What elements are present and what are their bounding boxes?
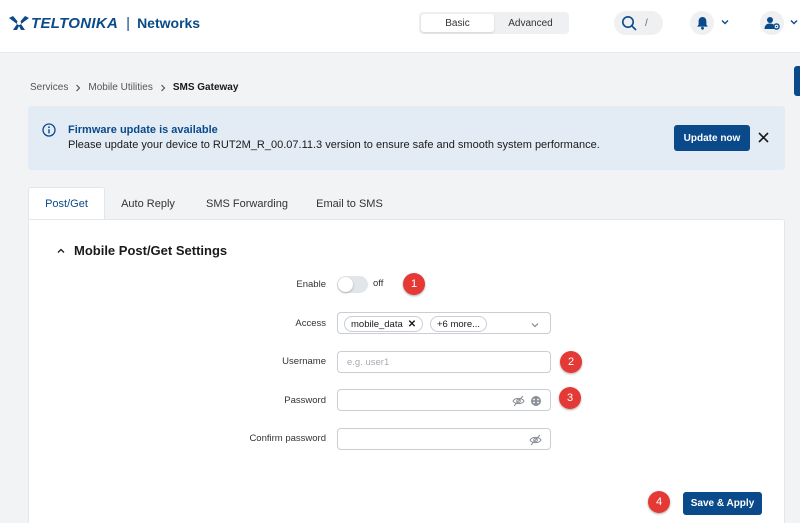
search-icon [622,16,637,31]
confirm-password-label: Confirm password [249,433,326,444]
brand-separator: | [126,14,131,32]
access-chip: mobile_data ✕ [344,316,424,332]
bell-icon [696,17,708,30]
update-now-button[interactable]: Update now [674,125,750,151]
tab-auto-reply[interactable]: Auto Reply [105,187,191,220]
toggle-knob [338,277,353,292]
step-badge: 2 [560,351,582,373]
remove-chip-icon[interactable]: ✕ [408,319,416,330]
step-badge: 1 [403,273,425,295]
username-label: Username [282,356,326,367]
password-label: Password [284,395,326,406]
teltonika-logo-icon [9,16,29,30]
breadcrumb-item[interactable]: Mobile Utilities [88,82,152,93]
alert-title: Firmware update is available [68,124,218,136]
mode-basic-button[interactable]: Basic [421,14,494,32]
password-generator-icon[interactable] [530,395,542,407]
eye-off-icon[interactable] [529,434,542,446]
firmware-alert: Firmware update is available Please upda… [28,106,785,170]
chevron-down-icon[interactable] [789,17,799,27]
enable-state: off [373,278,384,289]
tab-post-get[interactable]: Post/Get [28,187,105,220]
eye-off-icon[interactable] [512,395,525,407]
top-bar: TELTONIKA | Networks Basic Advanced / [0,0,800,53]
save-apply-button[interactable]: Save & Apply [683,492,762,515]
chevron-down-icon [531,323,539,328]
access-select[interactable]: mobile_data ✕ +6 more... [337,312,551,334]
mode-advanced-button[interactable]: Advanced [494,14,567,32]
username-field[interactable]: e.g. user1 [337,351,551,373]
side-panel-handle[interactable] [794,66,800,96]
section-toggle[interactable]: Mobile Post/Get Settings [56,243,227,258]
search-button[interactable]: / [614,11,663,35]
close-icon[interactable] [757,131,770,144]
info-icon [42,123,56,137]
access-chip-label: mobile_data [351,318,403,330]
step-badge: 3 [559,387,581,409]
enable-toggle[interactable] [337,276,368,293]
section-title: Mobile Post/Get Settings [74,243,228,258]
user-menu-button[interactable] [760,11,784,35]
enable-label: Enable [296,279,326,290]
tab-sms-forwarding[interactable]: SMS Forwarding [191,187,303,220]
brand-name: TELTONIKA [31,14,119,32]
brand-logo[interactable]: TELTONIKA | Networks [8,13,200,33]
tab-bar: Post/Get Auto Reply SMS Forwarding Email… [28,187,396,220]
brand-sub: Networks [137,15,201,31]
tab-email-to-sms[interactable]: Email to SMS [303,187,396,220]
notifications-button[interactable] [690,11,714,35]
mode-toggle: Basic Advanced [419,12,569,34]
user-settings-icon [764,17,780,30]
chevron-right-icon [160,84,166,91]
access-label: Access [295,318,326,329]
chevron-right-icon [76,84,81,91]
username-placeholder: e.g. user1 [347,357,390,368]
alert-message: Please update your device to RUT2M_R_00.… [68,139,600,151]
access-more-chip[interactable]: +6 more... [430,316,488,332]
chevron-up-icon [57,248,65,253]
breadcrumb-current: SMS Gateway [172,82,239,93]
settings-card: Mobile Post/Get Settings Enable off 1 Ac… [28,219,785,523]
confirm-password-field[interactable] [337,428,551,450]
password-field[interactable] [337,389,551,411]
breadcrumb: Services Mobile Utilities SMS Gateway [30,82,238,93]
step-badge: 4 [648,491,670,513]
search-shortcut: / [645,17,648,29]
chevron-down-icon[interactable] [720,17,730,27]
breadcrumb-item[interactable]: Services [30,82,68,93]
